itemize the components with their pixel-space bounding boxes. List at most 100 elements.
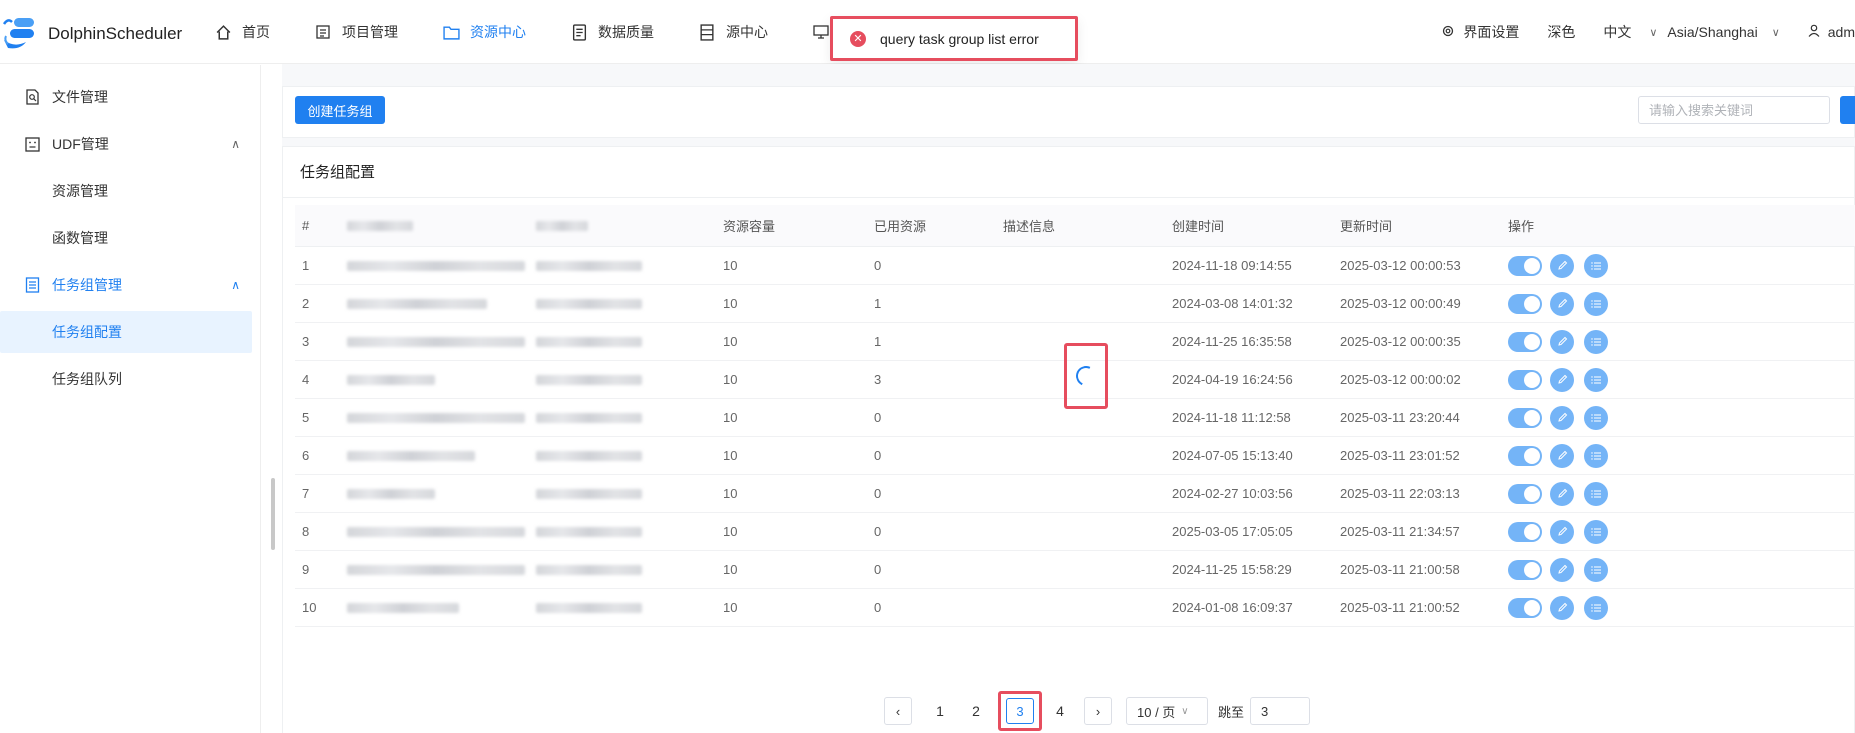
capacity-value: 10	[723, 372, 738, 387]
search-button[interactable]	[1840, 96, 1855, 124]
logo[interactable]: DolphinScheduler	[0, 14, 182, 54]
chevron-up-icon: ∧	[231, 278, 240, 292]
list-icon[interactable]	[1584, 557, 1608, 582]
capacity-value: 10	[723, 258, 738, 273]
main-nav: 首页 项目管理 资源中心 数据质量 源中心	[214, 0, 884, 64]
page-size-label: 10 / 页	[1137, 704, 1176, 720]
datasource-icon	[698, 23, 716, 41]
row-index: 10	[302, 600, 317, 615]
create-time-value: 2025-03-05 17:05:05	[1172, 524, 1293, 539]
create-time-value: 2024-11-25 16:35:58	[1172, 334, 1292, 349]
edit-icon[interactable]	[1550, 519, 1574, 544]
status-toggle[interactable]	[1508, 559, 1542, 580]
chevron-down-icon: ∨	[1649, 26, 1658, 39]
nav-datasource[interactable]: 源中心	[698, 22, 768, 42]
status-toggle[interactable]	[1508, 255, 1542, 276]
next-page-button[interactable]: ›	[1084, 697, 1112, 725]
header-operation: 操作	[1508, 219, 1535, 234]
sidebar-item-task-group-config[interactable]: 任务组配置	[0, 311, 252, 353]
create-task-group-button[interactable]: 创建任务组	[295, 96, 385, 124]
edit-icon[interactable]	[1550, 329, 1574, 354]
sidebar-item-function-management[interactable]: 函数管理	[0, 217, 252, 259]
sidebar-item-resource-management[interactable]: 资源管理	[0, 170, 252, 212]
nav-home-label: 首页	[242, 24, 270, 40]
sidebar-item-label: 任务组队列	[52, 371, 122, 387]
page-4[interactable]: 4	[1046, 697, 1074, 725]
status-toggle[interactable]	[1508, 521, 1542, 542]
sidebar-item-file-management[interactable]: 文件管理	[0, 76, 252, 118]
nav-data-quality[interactable]: 数据质量	[570, 22, 654, 42]
list-icon[interactable]	[1584, 595, 1608, 620]
list-icon[interactable]	[1584, 405, 1608, 430]
page-2[interactable]: 2	[962, 697, 990, 725]
create-time-value: 2024-02-27 10:03:56	[1172, 486, 1293, 501]
update-time-value: 2025-03-11 21:34:57	[1340, 524, 1460, 539]
page-3-current[interactable]: 3	[1006, 698, 1034, 724]
status-toggle[interactable]	[1508, 597, 1542, 618]
jump-label: 跳至	[1218, 704, 1245, 720]
nav-datasource-label: 源中心	[726, 24, 768, 40]
row-actions	[1508, 399, 1618, 436]
sidebar-scrollbar[interactable]	[271, 478, 275, 550]
sidebar-item-udf-management[interactable]: UDF管理 ∧	[0, 123, 252, 165]
sidebar-item-task-group-queue[interactable]: 任务组队列	[0, 358, 252, 400]
edit-icon[interactable]	[1550, 253, 1574, 278]
status-toggle[interactable]	[1508, 331, 1542, 352]
nav-projects[interactable]: 项目管理	[314, 22, 398, 42]
update-time-value: 2025-03-11 21:00:52	[1340, 600, 1460, 615]
edit-icon[interactable]	[1550, 481, 1574, 506]
chevron-down-icon: ∨	[1771, 26, 1780, 39]
task-group-icon	[24, 277, 40, 293]
chevron-up-icon: ∧	[231, 137, 240, 151]
edit-icon[interactable]	[1550, 595, 1574, 620]
list-icon[interactable]	[1584, 443, 1608, 468]
edit-icon[interactable]	[1550, 443, 1574, 468]
user-menu[interactable]: adm	[1808, 24, 1855, 40]
header-used: 已用资源	[874, 219, 927, 234]
list-icon[interactable]	[1584, 329, 1608, 354]
search-input[interactable]	[1638, 96, 1830, 124]
timezone-select[interactable]: Asia/Shanghai ∨	[1667, 24, 1779, 40]
sidebar-item-task-group-management[interactable]: 任务组管理 ∧	[0, 264, 252, 306]
page-size-select[interactable]: 10 / 页 ∨	[1126, 697, 1208, 725]
nav-resources[interactable]: 资源中心	[442, 22, 526, 42]
status-toggle[interactable]	[1508, 445, 1542, 466]
create-time-value: 2024-01-08 16:09:37	[1172, 600, 1293, 615]
status-toggle[interactable]	[1508, 407, 1542, 428]
row-index: 5	[302, 410, 310, 425]
language-label: 中文	[1603, 24, 1632, 40]
used-value: 0	[874, 600, 882, 615]
toolbar: 创建任务组	[282, 86, 1855, 138]
capacity-value: 10	[723, 600, 738, 615]
ui-settings-button[interactable]: 界面设置	[1441, 22, 1519, 42]
current-page-highlight: 3	[998, 691, 1042, 731]
edit-icon[interactable]	[1550, 291, 1574, 316]
row-index: 8	[302, 524, 310, 539]
edit-icon[interactable]	[1550, 405, 1574, 430]
project-name-blurred	[536, 285, 642, 322]
update-time-value: 2025-03-11 22:03:13	[1340, 486, 1460, 501]
capacity-value: 10	[723, 486, 738, 501]
edit-icon[interactable]	[1550, 557, 1574, 582]
list-icon[interactable]	[1584, 253, 1608, 278]
page-1[interactable]: 1	[926, 697, 954, 725]
sidebar: 文件管理 UDF管理 ∧ 资源管理 函数管理 任务组管理 ∧ 任务组配置 任务组…	[0, 65, 275, 733]
nav-home[interactable]: 首页	[214, 22, 270, 42]
list-icon[interactable]	[1584, 481, 1608, 506]
status-toggle[interactable]	[1508, 369, 1542, 390]
project-name-blurred	[536, 399, 642, 436]
list-icon[interactable]	[1584, 291, 1608, 316]
language-select[interactable]: 中文 ∨	[1603, 22, 1657, 42]
prev-page-button[interactable]: ‹	[884, 697, 912, 725]
list-icon[interactable]	[1584, 519, 1608, 544]
row-index: 7	[302, 486, 310, 501]
used-value: 0	[874, 524, 882, 539]
status-toggle[interactable]	[1508, 483, 1542, 504]
task-group-table: # 资源容量 已用资源 描述信息 创建时间 更新时间 操作 1 10 0 2024-1…	[295, 205, 1855, 627]
status-toggle[interactable]	[1508, 293, 1542, 314]
theme-toggle[interactable]: 深色	[1547, 22, 1575, 42]
edit-icon[interactable]	[1550, 367, 1574, 392]
table-header: # 资源容量 已用资源 描述信息 创建时间 更新时间 操作	[295, 205, 1855, 247]
jump-page-input[interactable]	[1250, 697, 1311, 725]
list-icon[interactable]	[1584, 367, 1608, 392]
